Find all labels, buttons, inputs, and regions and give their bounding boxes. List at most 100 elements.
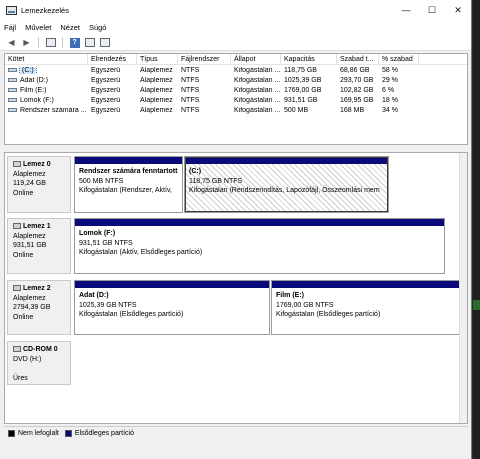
volume-status: Kifogástalan ... <box>234 66 281 74</box>
volume-filesystem: NTFS <box>181 106 200 114</box>
volume-name: Film (E:) <box>20 86 47 94</box>
cdrom-0: CD-ROM 0 DVD (H:) Üres <box>7 341 447 385</box>
close-button[interactable]: ✕ <box>445 0 471 20</box>
column-header-free-space[interactable]: Szabad t... <box>337 54 379 65</box>
partition-system-reserved[interactable]: Rendszer számára fenntartott 500 MB NTFS… <box>74 156 183 213</box>
partition-title: Adat (D:) <box>79 292 109 299</box>
volume-layout: Egyszerű <box>91 106 121 114</box>
partition-d[interactable]: Adat (D:) 1025,39 GB NTFS Kifogástalan (… <box>74 280 270 335</box>
disk-type: Alaplemez <box>13 294 46 302</box>
volume-status: Kifogástalan ... <box>234 96 281 104</box>
disk-icon <box>13 285 21 292</box>
volume-row[interactable]: Adat (D:) Egyszerű Alaplemez NTFS Kifogá… <box>5 75 467 85</box>
disk-icon <box>13 161 21 168</box>
toolbar: ◀ ▶ ? <box>0 35 471 51</box>
partition-f[interactable]: Lomok (F:) 931,51 GB NTFS Kifogástalan (… <box>74 218 445 274</box>
volume-type: Alaplemez <box>140 76 173 84</box>
column-header-percent-free[interactable]: % szabad <box>379 54 419 65</box>
volume-type: Alaplemez <box>140 86 173 94</box>
help-icon[interactable]: ? <box>69 37 80 48</box>
menu-help[interactable]: Súgó <box>89 23 107 32</box>
column-header-capacity[interactable]: Kapacitás <box>281 54 337 65</box>
column-header-type[interactable]: Típus <box>137 54 178 65</box>
disk-state: Online <box>13 189 34 197</box>
disk-icon <box>13 223 21 230</box>
volume-row[interactable]: Lomok (F:) Egyszerű Alaplemez NTFS Kifog… <box>5 95 467 105</box>
disk-name: Lemez 1 <box>23 223 51 230</box>
disk-management-window: Lemezkezelés — ☐ ✕ Fájl Művelet Nézet Sú… <box>0 0 472 459</box>
legend: Nem lefoglalt Elsődleges partíció <box>4 426 468 440</box>
menu-file[interactable]: Fájl <box>4 23 16 32</box>
disk-2-label[interactable]: Lemez 2 Alaplemez 2794,39 GB Online <box>7 280 71 335</box>
column-header-status[interactable]: Állapot <box>231 54 281 65</box>
volume-filesystem: NTFS <box>181 96 200 104</box>
volume-row[interactable]: (C:) Egyszerű Alaplemez NTFS Kifogástala… <box>5 65 467 75</box>
disk-size: 931,51 GB <box>13 242 47 249</box>
partition-status: Kifogástalan (Elsődleges partíció) <box>276 311 381 318</box>
cdrom-icon <box>13 346 21 353</box>
volume-name: Adat (D:) <box>20 76 49 84</box>
volume-percent-free: 6 % <box>382 86 395 94</box>
volume-list-header: Kötet Elrendezés Típus Fájlrendszer Álla… <box>5 54 467 65</box>
disk-1: Lemez 1 Alaplemez 931,51 GB Online Lomok… <box>7 218 447 274</box>
volume-filesystem: NTFS <box>181 86 200 94</box>
toolbar-separator <box>38 37 39 48</box>
volume-icon <box>8 67 17 72</box>
volume-row[interactable]: Rendszer számára ... Egyszerű Alaplemez … <box>5 105 467 115</box>
vertical-scrollbar[interactable] <box>459 153 467 423</box>
partition-e[interactable]: Film (E:) 1769,00 GB NTFS Kifogástalan (… <box>271 280 467 335</box>
volume-name: (C:) <box>19 66 37 74</box>
volume-capacity: 1025,39 GB <box>284 76 322 84</box>
volume-capacity: 118,75 GB <box>284 66 317 74</box>
console-tree-icon[interactable] <box>45 37 56 48</box>
disk-name: Lemez 0 <box>23 161 51 168</box>
disk-type: Alaplemez <box>13 232 46 240</box>
volume-icon <box>8 77 17 82</box>
forward-arrow-icon[interactable]: ▶ <box>21 37 32 48</box>
legend-unallocated: Nem lefoglalt <box>8 430 59 437</box>
toolbar-separator <box>62 37 63 48</box>
volume-name: Lomok (F:) <box>20 96 54 104</box>
menu-action[interactable]: Művelet <box>25 23 51 32</box>
column-header-filesystem[interactable]: Fájlrendszer <box>178 54 231 65</box>
volume-free-space: 68,86 GB <box>340 66 370 74</box>
cdrom-0-label[interactable]: CD-ROM 0 DVD (H:) Üres <box>7 341 71 385</box>
partition-title: (C:) <box>189 168 202 175</box>
volume-filesystem: NTFS <box>181 76 200 84</box>
menu-view[interactable]: Nézet <box>60 23 80 32</box>
primary-swatch <box>64 430 72 437</box>
partition-title: Lomok (F:) <box>79 230 116 237</box>
maximize-button[interactable]: ☐ <box>419 0 445 20</box>
back-arrow-icon[interactable]: ◀ <box>6 37 17 48</box>
volume-status: Kifogástalan ... <box>234 86 281 94</box>
refresh-icon[interactable] <box>99 37 110 48</box>
disk-0-label[interactable]: Lemez 0 Alaplemez 119,24 GB Online <box>7 156 71 213</box>
volume-type: Alaplemez <box>140 96 173 104</box>
volume-type: Alaplemez <box>140 106 173 114</box>
partition-status: Kifogástalan (Elsődleges partíció) <box>79 311 184 318</box>
disk-graphical-view: Lemez 0 Alaplemez 119,24 GB Online Rends… <box>4 152 468 424</box>
background-window-edge <box>473 0 480 459</box>
column-header-layout[interactable]: Elrendezés <box>88 54 137 65</box>
volume-row[interactable]: Film (E:) Egyszerű Alaplemez NTFS Kifogá… <box>5 85 467 95</box>
partition-size: 118,75 GB NTFS <box>189 177 243 185</box>
column-header-volume[interactable]: Kötet <box>5 54 88 65</box>
volume-list: Kötet Elrendezés Típus Fájlrendszer Álla… <box>4 53 468 145</box>
background-indicator <box>473 300 480 310</box>
properties-icon[interactable] <box>84 37 95 48</box>
partition-size: 1769,00 GB NTFS <box>276 301 334 309</box>
volume-free-space: 169,95 GB <box>340 96 374 104</box>
minimize-button[interactable]: — <box>393 0 419 20</box>
disk-state: Üres <box>13 374 28 382</box>
disk-1-label[interactable]: Lemez 1 Alaplemez 931,51 GB Online <box>7 218 71 274</box>
disk-size: 119,24 GB <box>13 180 46 187</box>
partition-size: 931,51 GB NTFS <box>79 239 133 247</box>
partition-status: Kifogástalan (Rendszerindítás, Lapozófáj… <box>189 187 380 194</box>
volume-free-space: 293,70 GB <box>340 76 374 84</box>
disk-name: CD-ROM 0 <box>23 346 58 353</box>
title-bar[interactable]: Lemezkezelés — ☐ ✕ <box>0 0 471 20</box>
volume-layout: Egyszerű <box>91 96 121 104</box>
partition-status: Kifogástalan (Aktív, Elsődleges partíció… <box>79 249 203 256</box>
partition-c[interactable]: (C:) 118,75 GB NTFS Kifogástalan (Rendsz… <box>184 156 389 213</box>
disk-type: DVD (H:) <box>13 355 42 363</box>
